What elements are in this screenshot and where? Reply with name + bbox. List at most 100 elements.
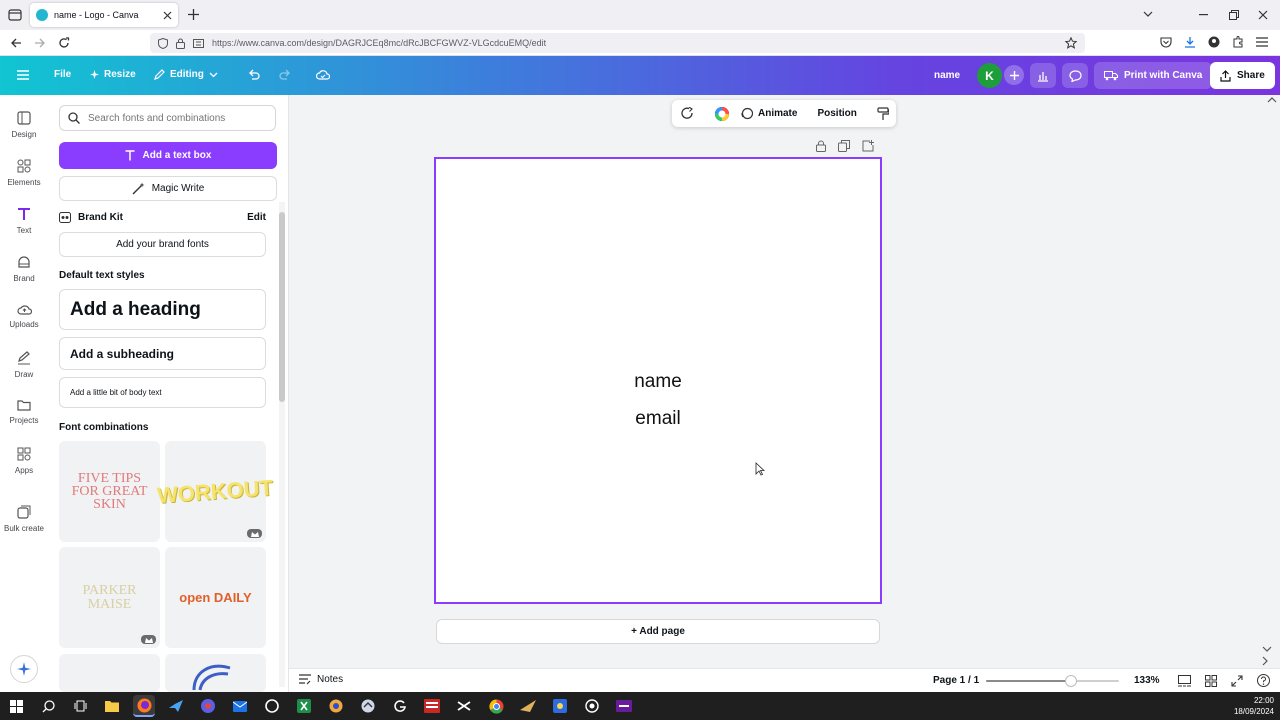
rail-draw[interactable]: Draw xyxy=(0,351,48,379)
avatar[interactable]: K xyxy=(977,63,1002,88)
add-body-text-button[interactable]: Add a little bit of body text xyxy=(59,377,266,408)
rail-projects[interactable]: Projects xyxy=(0,399,48,425)
magic-assistant-icon[interactable] xyxy=(10,655,38,683)
bookmark-star-icon[interactable] xyxy=(1065,37,1077,49)
url-text[interactable]: https://www.canva.com/design/DAGRJCEq8mc… xyxy=(212,38,1057,48)
scrollbar-thumb[interactable] xyxy=(279,212,285,402)
close-window-icon[interactable] xyxy=(1258,10,1268,20)
comments-icon[interactable] xyxy=(1062,63,1088,88)
app-g-icon[interactable] xyxy=(389,695,411,717)
back-icon[interactable] xyxy=(10,37,22,49)
app-bird2-icon[interactable] xyxy=(357,695,379,717)
paint-roller-icon[interactable] xyxy=(877,106,889,121)
notes-button[interactable]: Notes xyxy=(299,674,343,685)
duplicate-page-icon[interactable] xyxy=(838,140,850,152)
menu-icon[interactable] xyxy=(1256,37,1268,47)
lock-icon[interactable] xyxy=(176,38,185,49)
zoom-slider-thumb[interactable] xyxy=(1065,675,1078,687)
firefox-icon[interactable] xyxy=(133,695,155,717)
file-menu-button[interactable]: File xyxy=(54,69,71,80)
add-page-icon[interactable] xyxy=(862,140,874,152)
search-input[interactable] xyxy=(88,112,267,124)
app-red-icon[interactable] xyxy=(421,695,443,717)
pocket-icon[interactable] xyxy=(1160,36,1172,48)
add-brand-fonts-button[interactable]: Add your brand fonts xyxy=(59,232,266,257)
zoom-percent[interactable]: 133% xyxy=(1134,675,1160,686)
permissions-icon[interactable] xyxy=(193,38,204,48)
rail-bulk-create[interactable]: Bulk create xyxy=(0,505,48,533)
app-next-icon[interactable] xyxy=(613,695,635,717)
restore-icon[interactable] xyxy=(1229,10,1239,20)
reload-icon[interactable] xyxy=(58,37,70,49)
canvas-text-email[interactable]: email xyxy=(436,408,880,430)
rail-brand[interactable]: Brand xyxy=(0,255,48,283)
search-icon[interactable] xyxy=(37,695,59,717)
account-icon[interactable] xyxy=(1208,36,1220,48)
downloads-icon[interactable] xyxy=(1184,36,1196,48)
lock-page-icon[interactable] xyxy=(816,140,826,152)
add-heading-button[interactable]: Add a heading xyxy=(59,289,266,330)
design-title[interactable]: name xyxy=(934,70,960,81)
extensions-icon[interactable] xyxy=(1232,36,1244,48)
forward-icon[interactable] xyxy=(34,37,46,49)
app-ps-icon[interactable] xyxy=(549,695,571,717)
new-tab-icon[interactable] xyxy=(188,9,199,20)
app-circle-icon[interactable] xyxy=(261,695,283,717)
fullscreen-icon[interactable] xyxy=(1231,674,1243,687)
insights-chart-icon[interactable] xyxy=(1030,63,1056,88)
task-view-icon[interactable] xyxy=(69,695,91,717)
add-page-button[interactable]: + Add page xyxy=(436,619,880,644)
app-ring-icon[interactable] xyxy=(581,695,603,717)
excel-icon[interactable] xyxy=(293,695,315,717)
address-bar[interactable]: https://www.canva.com/design/DAGRJCEq8mc… xyxy=(150,33,1085,53)
hamburger-icon[interactable] xyxy=(17,70,29,80)
font-search-box[interactable] xyxy=(59,105,276,131)
panel-scrollbar[interactable] xyxy=(279,202,285,687)
add-text-box-button[interactable]: Add a text box xyxy=(59,142,277,169)
add-subheading-button[interactable]: Add a subheading xyxy=(59,337,266,370)
share-button[interactable]: Share xyxy=(1210,62,1275,89)
shield-icon[interactable] xyxy=(158,37,168,49)
capcut-icon[interactable] xyxy=(453,695,475,717)
chevron-down-icon[interactable] xyxy=(1143,10,1153,18)
rewrite-icon[interactable] xyxy=(680,107,694,120)
browser-tab[interactable]: name - Logo - Canva xyxy=(30,3,178,27)
undo-icon[interactable] xyxy=(248,69,260,81)
rail-design[interactable]: Design xyxy=(0,111,48,139)
animate-button[interactable]: Animate xyxy=(740,107,797,120)
app-bird-icon[interactable] xyxy=(165,695,187,717)
font-combo-thumb[interactable]: FIVE TIPS FOR GREAT SKIN xyxy=(59,441,160,542)
position-button[interactable]: Position xyxy=(817,108,856,119)
help-icon[interactable] xyxy=(1257,674,1270,687)
app-social-icon[interactable] xyxy=(197,695,219,717)
invite-plus-icon[interactable] xyxy=(1004,65,1024,85)
editing-mode-button[interactable]: Editing xyxy=(154,69,218,80)
file-explorer-icon[interactable] xyxy=(101,695,123,717)
zoom-slider[interactable] xyxy=(986,675,1119,687)
cloud-saved-icon[interactable] xyxy=(316,69,330,80)
windows-start-icon[interactable] xyxy=(5,695,27,717)
font-combo-thumb[interactable]: WORKOUT xyxy=(157,441,274,542)
close-tab-icon[interactable] xyxy=(163,11,172,20)
rail-elements[interactable]: Elements xyxy=(0,159,48,187)
chrome-icon[interactable] xyxy=(485,695,507,717)
canvas-text-name[interactable]: name xyxy=(436,371,880,393)
app-ball-icon[interactable] xyxy=(325,695,347,717)
brand-kit-edit-link[interactable]: Edit xyxy=(247,212,266,223)
font-combo-thumb[interactable] xyxy=(59,654,160,692)
print-with-canva-button[interactable]: Print with Canva xyxy=(1094,62,1213,89)
font-combo-thumb[interactable]: PARKER MAISE xyxy=(59,547,160,648)
page-indicator[interactable]: Page 1 / 1 xyxy=(933,675,979,686)
rail-text[interactable]: Text xyxy=(0,207,48,235)
color-wheel-icon[interactable] xyxy=(714,106,730,122)
workspace-scrollbar[interactable] xyxy=(1264,95,1280,655)
design-page[interactable]: name email xyxy=(434,157,882,604)
magic-write-button[interactable]: Magic Write xyxy=(59,176,277,201)
scroll-down-icon[interactable] xyxy=(1262,645,1272,653)
system-clock[interactable]: 22:00 18/09/2024 xyxy=(1224,695,1274,717)
rail-apps[interactable]: Apps xyxy=(0,447,48,475)
font-combo-thumb[interactable] xyxy=(165,654,266,692)
page-view-icon[interactable] xyxy=(1178,674,1191,687)
font-combo-thumb[interactable]: open DAILY xyxy=(165,547,266,648)
redo-icon[interactable] xyxy=(279,69,291,81)
